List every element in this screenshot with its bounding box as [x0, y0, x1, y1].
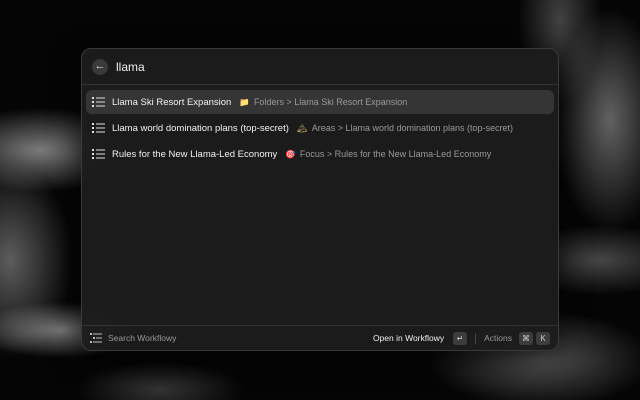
result-item-world-domination[interactable]: Llama world domination plans (top-secret… [86, 116, 554, 140]
actions-button[interactable]: Actions [484, 333, 512, 343]
mountain-icon: 🏔 [296, 122, 308, 133]
arrow-left-icon: ← [94, 60, 106, 72]
command-key-icon: ⌘ [519, 331, 533, 345]
workflowy-icon [90, 333, 102, 343]
result-item-ski-resort[interactable]: Llama Ski Resort Expansion 📁 Folders > L… [86, 90, 554, 114]
open-in-workflowy-button[interactable]: Open in Workflowy [373, 333, 444, 343]
result-title: Llama world domination plans (top-secret… [112, 122, 289, 134]
result-title: Llama Ski Resort Expansion [112, 96, 232, 108]
back-button[interactable]: ← [92, 58, 108, 75]
k-key-icon: K [536, 331, 550, 345]
footer-divider [475, 332, 477, 344]
results-list: Llama Ski Resort Expansion 📁 Folders > L… [82, 85, 558, 166]
enter-key-icon: ↵ [453, 331, 468, 345]
list-icon [92, 149, 105, 159]
result-title: Rules for the New Llama-Led Economy [112, 148, 278, 160]
footer-bar: Search Workflowy Open in Workflowy ↵ Act… [82, 325, 558, 350]
result-path: Areas > Llama world domination plans (to… [311, 123, 514, 133]
result-path: Folders > Llama Ski Resort Expansion [253, 97, 408, 107]
command-palette: ← Llama Ski Resort Expansion 📁 Folders >… [81, 48, 559, 351]
search-workflowy-label: Search Workflowy [108, 333, 177, 343]
search-input[interactable] [116, 59, 496, 74]
result-item-llama-economy[interactable]: Rules for the New Llama-Led Economy 🎯 Fo… [86, 142, 554, 166]
list-icon [92, 97, 105, 107]
list-icon [92, 123, 105, 133]
folder-icon: 📁 [239, 96, 250, 107]
search-bar: ← [82, 49, 558, 85]
target-icon: 🎯 [285, 148, 296, 159]
result-path: Focus > Rules for the New Llama-Led Econ… [299, 149, 492, 159]
